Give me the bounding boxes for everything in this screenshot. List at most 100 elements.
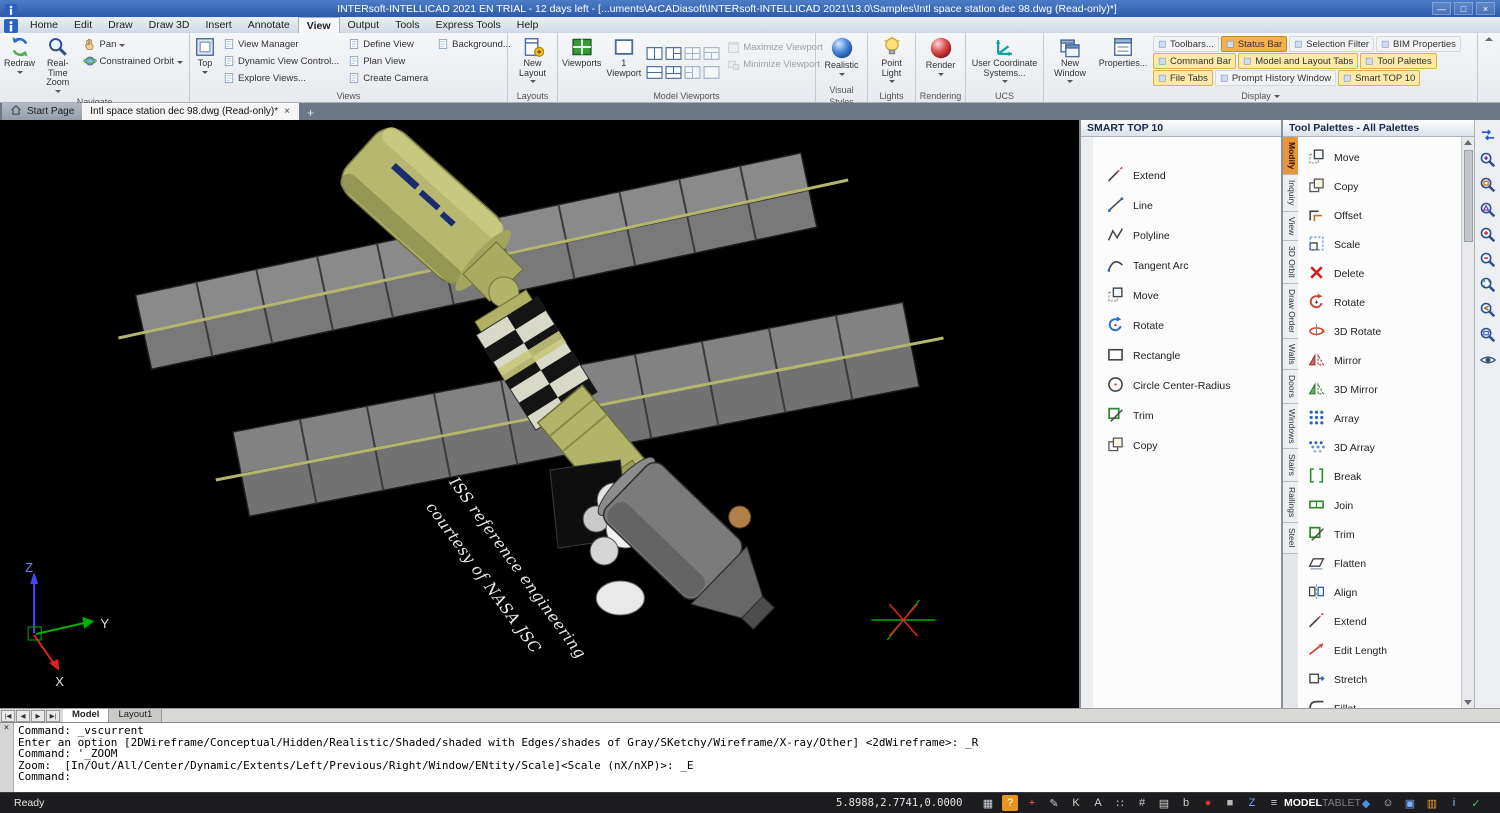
tab-model[interactable]: Model xyxy=(63,709,109,722)
layout-nav-3[interactable]: ▶ xyxy=(31,710,45,722)
tracking-icon[interactable]: + xyxy=(1024,795,1040,811)
zoom-realtime-button[interactable] xyxy=(1477,151,1499,173)
scroll-thumb[interactable] xyxy=(1464,150,1473,242)
snap-grid-icon[interactable]: ∷ xyxy=(1112,795,1128,811)
smart-top10-header[interactable]: SMART TOP 10 xyxy=(1081,120,1281,137)
ucs-button[interactable]: User Coordinate Systems... xyxy=(970,35,1040,84)
palette-tab-view[interactable]: View xyxy=(1283,212,1298,241)
palette-tool-mirror[interactable]: Mirror xyxy=(1308,346,1461,375)
visibility-button[interactable] xyxy=(1477,351,1499,373)
maximize-button[interactable]: □ xyxy=(1454,2,1473,15)
realistic-button[interactable]: Realistic xyxy=(819,35,864,77)
smart-tool-extend[interactable]: Extend xyxy=(1107,161,1281,191)
palette-tab-modify[interactable]: Modify xyxy=(1283,137,1298,175)
help-icon[interactable]: ? xyxy=(1002,795,1018,811)
menu-output[interactable]: Output xyxy=(340,17,388,33)
smart-tool-rotate[interactable]: Rotate xyxy=(1107,311,1281,341)
realtime-zoom-button[interactable]: Real-Time Zoom xyxy=(39,35,77,94)
menu-help[interactable]: Help xyxy=(509,17,547,33)
palette-tab-railings[interactable]: Railings xyxy=(1283,482,1298,523)
collapse-ribbon-button[interactable] xyxy=(1478,33,1500,102)
network-icon[interactable]: ◆ xyxy=(1358,795,1374,811)
smart-tool-line[interactable]: Line xyxy=(1107,191,1281,221)
menu-home[interactable]: Home xyxy=(22,17,66,33)
tab-layout1[interactable]: Layout1 xyxy=(109,709,162,722)
selection-filter-toggle[interactable]: Selection Filter xyxy=(1289,36,1374,52)
zoom-window-button[interactable] xyxy=(1477,176,1499,198)
status-bar-toggle[interactable]: Status Bar xyxy=(1221,36,1287,52)
command-bar-toggle[interactable]: Command Bar xyxy=(1153,53,1236,69)
menu-tools[interactable]: Tools xyxy=(387,17,428,33)
text-style-icon[interactable]: A xyxy=(1090,795,1106,811)
user-icon[interactable]: ☺ xyxy=(1380,795,1396,811)
zoom-out-button[interactable] xyxy=(1477,251,1499,273)
palette-tab-3d-orbit[interactable]: 3D Orbit xyxy=(1283,241,1298,284)
layout-nav-2[interactable]: ◀ xyxy=(16,710,30,722)
list-icon[interactable]: ≡ xyxy=(1266,795,1282,811)
command-history[interactable]: Command: _vscurrentEnter an option [2DWi… xyxy=(14,723,982,792)
viewport-toggle-icon[interactable]: ▣ xyxy=(1402,795,1418,811)
palette-tab-doors[interactable]: Doors xyxy=(1283,370,1298,404)
palette-tab-draw-order[interactable]: Draw Order xyxy=(1283,284,1298,339)
view-manager-button[interactable]: View Manager xyxy=(220,36,342,52)
palette-tool-3d-array[interactable]: 3D Array xyxy=(1308,433,1461,462)
palette-tool-array[interactable]: Array xyxy=(1308,404,1461,433)
palette-tool-break[interactable]: Break xyxy=(1308,462,1461,491)
grid-icon[interactable]: # xyxy=(1134,795,1150,811)
scroll-down-icon[interactable] xyxy=(1464,700,1472,705)
vp2h-layout-button[interactable] xyxy=(645,63,664,82)
new-window-button[interactable]: New Window xyxy=(1047,35,1093,84)
tool-palettes-header[interactable]: Tool Palettes - All Palettes xyxy=(1283,120,1474,137)
render-button[interactable]: Render xyxy=(919,35,962,77)
palette-tool-flatten[interactable]: Flatten xyxy=(1308,549,1461,578)
layout-nav-1[interactable]: |◀ xyxy=(1,710,15,722)
vp2v-layout-button[interactable] xyxy=(645,44,664,63)
tab-document[interactable]: Intl space station dec 98.dwg (Read-only… xyxy=(82,103,299,120)
menu-edit[interactable]: Edit xyxy=(66,17,100,33)
palette-tab-walls[interactable]: Walls xyxy=(1283,339,1298,370)
palette-tool-stretch[interactable]: Stretch xyxy=(1308,665,1461,694)
palette-tool-offset[interactable]: Offset xyxy=(1308,201,1461,230)
drawing-canvas[interactable]: ISS reference engineering courtesy of NA… xyxy=(0,120,1079,708)
zoom-level-icon[interactable]: Z xyxy=(1244,795,1260,811)
tablet-toggle[interactable]: TABLET xyxy=(1322,797,1361,809)
draw-order-icon[interactable]: b xyxy=(1178,795,1194,811)
layout-nav-4[interactable]: ▶| xyxy=(46,710,60,722)
smart-tool-tangent-arc[interactable]: Tangent Arc xyxy=(1107,251,1281,281)
zoom-extents-button[interactable] xyxy=(1477,276,1499,298)
plot-style-icon[interactable]: ▦ xyxy=(980,795,996,811)
pan-realtime-button[interactable] xyxy=(1477,126,1499,148)
palette-tool-scale[interactable]: Scale xyxy=(1308,230,1461,259)
palette-tab-steel[interactable]: Steel xyxy=(1283,523,1298,553)
ok-icon[interactable]: ✓ xyxy=(1468,795,1484,811)
menu-express-tools[interactable]: Express Tools xyxy=(428,17,509,33)
tool-palettes-toggle[interactable]: Tool Palettes xyxy=(1360,53,1436,69)
viewports-button[interactable]: Viewports xyxy=(561,35,602,70)
scroll-up-icon[interactable] xyxy=(1464,140,1472,145)
toolbars-toggle[interactable]: Toolbars... xyxy=(1153,36,1219,52)
prompt-history-window-toggle[interactable]: Prompt History Window xyxy=(1215,70,1336,86)
properties-button[interactable]: Properties... xyxy=(1096,35,1150,70)
command-close-icon[interactable]: × xyxy=(0,723,13,733)
tab-start-page[interactable]: Start Page xyxy=(2,103,82,120)
palette-tool-edit-length[interactable]: Edit Length xyxy=(1308,636,1461,665)
smart-tool-move[interactable]: Move xyxy=(1107,281,1281,311)
palette-tool-rotate[interactable]: Rotate xyxy=(1308,288,1461,317)
close-button[interactable]: × xyxy=(1476,2,1495,15)
plan-view-button[interactable]: Plan View xyxy=(345,53,431,69)
palette-tool-3d-rotate[interactable]: 3D Rotate xyxy=(1308,317,1461,346)
new-layout-button[interactable]: New Layout xyxy=(511,35,554,84)
app-menu-icon[interactable] xyxy=(3,18,19,33)
display-icon[interactable]: ▥ xyxy=(1424,795,1440,811)
tab-close-icon[interactable]: × xyxy=(283,106,291,117)
pen-style-icon[interactable]: K xyxy=(1068,795,1084,811)
smart-tool-copy[interactable]: Copy xyxy=(1107,431,1281,461)
zoom-all-button[interactable] xyxy=(1477,326,1499,348)
bim-properties-toggle[interactable]: BIM Properties xyxy=(1376,36,1461,52)
menu-view[interactable]: View xyxy=(298,17,340,33)
info-icon[interactable]: i xyxy=(1446,795,1462,811)
file-tabs-toggle[interactable]: File Tabs xyxy=(1153,70,1213,86)
new-tab-button[interactable]: + xyxy=(303,105,318,120)
minimize-button[interactable]: — xyxy=(1432,2,1451,15)
zoom-dynamic-button[interactable] xyxy=(1477,201,1499,223)
